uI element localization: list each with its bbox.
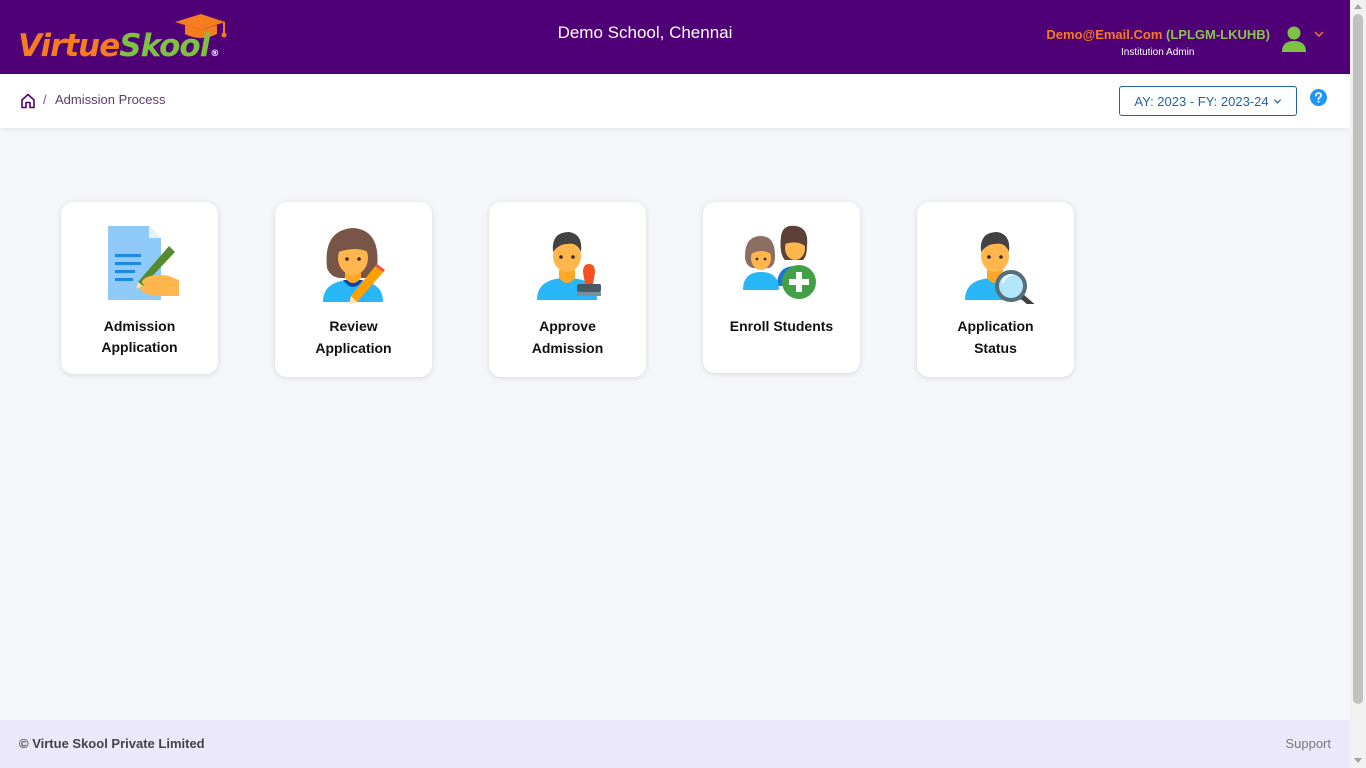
school-name: Demo School, Chennai <box>557 23 733 42</box>
man-magnifier-icon <box>965 232 1035 304</box>
academic-year-label: AY: 2023 - FY: 2023-24 <box>1134 93 1269 109</box>
academic-year-select[interactable]: AY: 2023 - FY: 2023-24 <box>1119 86 1297 116</box>
user-email: Demo@Email.Com <box>1046 27 1163 42</box>
scroll-up-arrow-icon[interactable] <box>1354 4 1362 9</box>
card-title: Enroll Students <box>729 318 834 334</box>
user-code: (LPLGM-LKUHB) <box>1166 27 1270 42</box>
user-info[interactable]: Demo@Email.Com (LPLGM-LKUHB) <box>1046 27 1270 42</box>
man-stamp-icon <box>537 232 601 300</box>
card-subtitle: Status <box>974 340 1017 356</box>
help-icon[interactable] <box>1310 89 1327 106</box>
virtueskool-logo[interactable]: VirtueSkool® <box>18 12 243 64</box>
scroll-thumb[interactable] <box>1353 14 1363 704</box>
user-avatar-icon[interactable] <box>1281 25 1307 53</box>
user-role: Institution Admin <box>1121 47 1195 58</box>
woman-pencil-icon <box>323 228 385 304</box>
card-subtitle: Admission <box>531 340 604 356</box>
card-title: Admission <box>103 318 176 334</box>
card-approve-admission[interactable]: Approve Admission <box>489 202 646 377</box>
copyright-text: © Virtue Skool Private Limited <box>19 736 205 751</box>
breadcrumb-current: Admission Process <box>55 92 166 107</box>
logo-wordmark: VirtueSkool® <box>18 28 219 64</box>
document-pen-icon <box>108 226 179 300</box>
card-subtitle: Application <box>315 340 392 356</box>
scroll-down-arrow-icon[interactable] <box>1354 758 1362 763</box>
card-enroll-students[interactable]: Enroll Students <box>703 202 860 373</box>
card-title: Review <box>329 318 378 334</box>
card-title: Approve <box>539 318 596 334</box>
top-header: VirtueSkool® Demo School, Chennai Demo@E… <box>0 0 1350 74</box>
support-link[interactable]: Support <box>1285 736 1331 751</box>
card-application-status[interactable]: Application Status <box>917 202 1074 377</box>
card-admission-application[interactable]: Admission Application <box>61 202 218 374</box>
card-review-application[interactable]: Review Application <box>275 202 432 377</box>
card-subtitle: Application <box>101 339 178 355</box>
group-add-icon <box>743 225 816 299</box>
breadcrumb-bar: / Admission Process AY: 2023 - FY: 2023-… <box>0 74 1350 128</box>
home-icon[interactable] <box>20 93 36 109</box>
breadcrumb-separator: / <box>43 92 47 107</box>
card-title: Application <box>957 318 1034 334</box>
chevron-down-icon <box>1273 98 1281 104</box>
vertical-scrollbar[interactable] <box>1350 0 1366 768</box>
chevron-down-icon[interactable] <box>1313 28 1325 40</box>
footer: © Virtue Skool Private Limited Support <box>0 720 1350 768</box>
